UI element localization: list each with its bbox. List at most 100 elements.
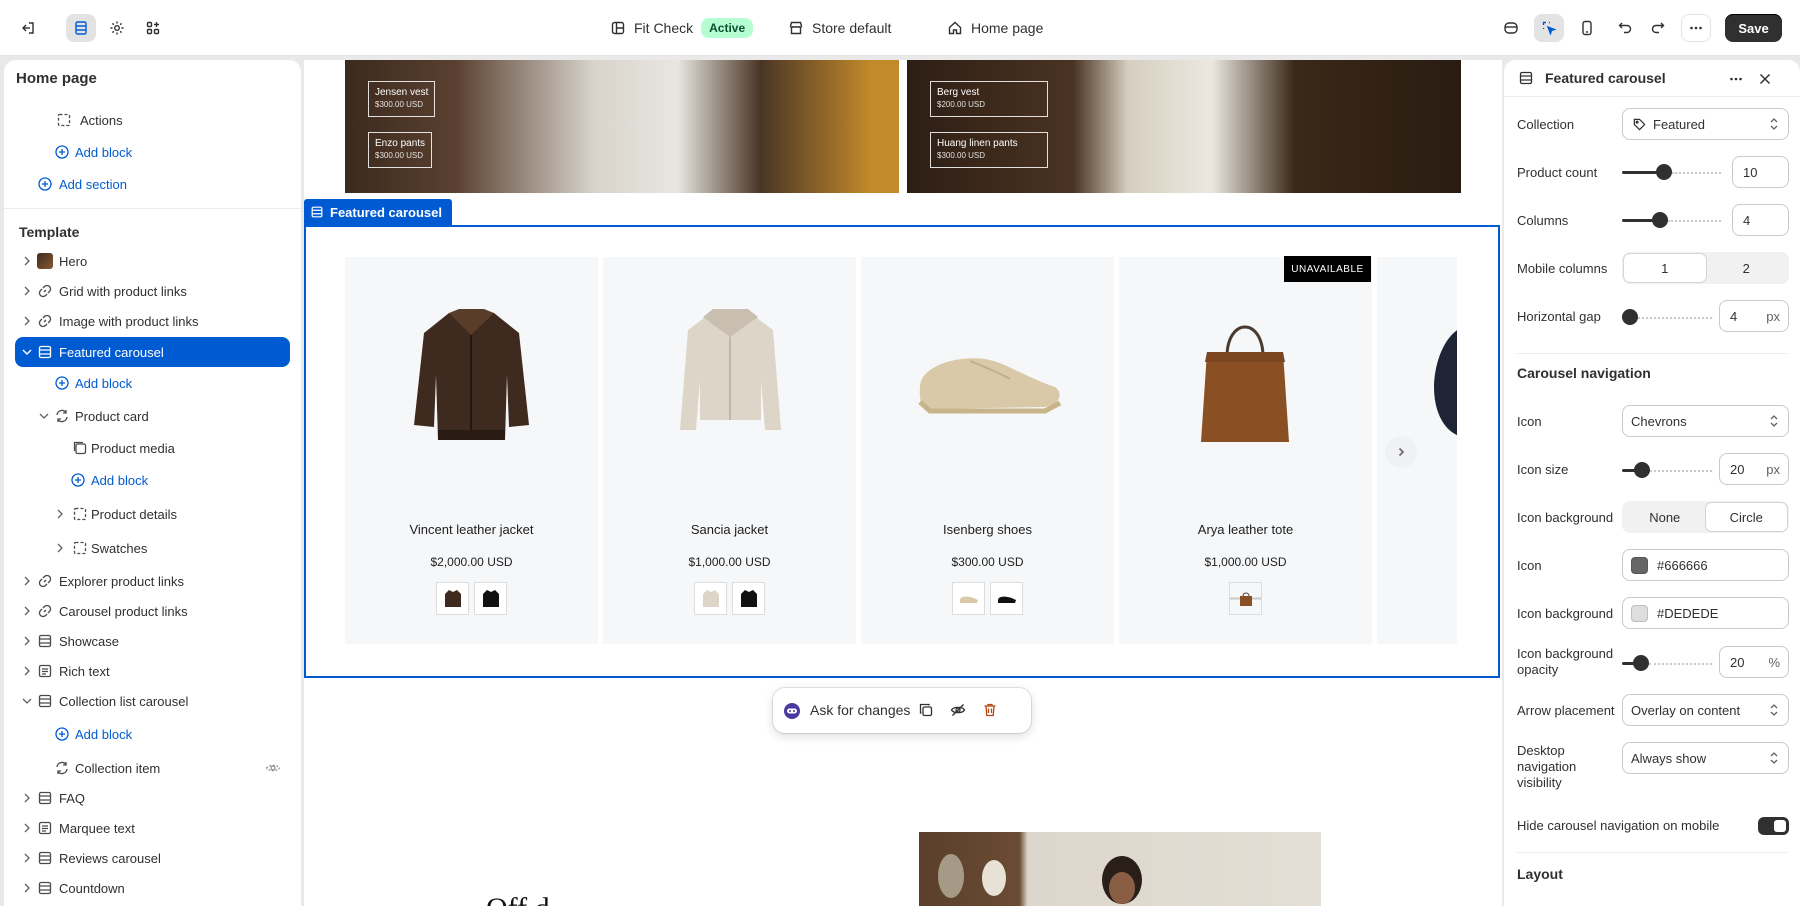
product-tag[interactable]: Berg vest $200.00 USD <box>930 81 1048 117</box>
tree-item-explorer[interactable]: Explorer product links <box>4 568 301 594</box>
gear-icon[interactable] <box>102 14 132 42</box>
hidden-visibility-icon[interactable] <box>265 760 281 776</box>
tree-item-image-links[interactable]: Image with product links <box>4 308 301 334</box>
featured-carousel-section[interactable]: Vincent leather jacket $2,000.00 USD San… <box>304 225 1500 678</box>
tree-item-grid[interactable]: Grid with product links <box>4 278 301 304</box>
product-image <box>1434 330 1457 436</box>
tree-item-product-media[interactable]: Product media <box>4 435 301 461</box>
hide-mobile-label: Hide carousel navigation on mobile <box>1517 818 1720 833</box>
tree-item-faq[interactable]: FAQ <box>4 785 301 811</box>
product-name[interactable]: Vincent leather jacket <box>345 522 598 537</box>
tree-item-featured-carousel[interactable]: Featured carousel <box>4 339 301 365</box>
redo-icon[interactable] <box>1643 14 1673 42</box>
swatch[interactable] <box>952 582 985 615</box>
add-block-link[interactable]: Add block <box>4 370 301 396</box>
color-swatch[interactable] <box>1631 605 1648 622</box>
icon-size-input[interactable]: 20 px <box>1719 453 1789 485</box>
product-name[interactable]: Sancia jacket <box>603 522 856 537</box>
mobile-columns-option-1[interactable]: 1 <box>1624 254 1706 282</box>
swatch[interactable] <box>990 582 1023 615</box>
collection-select[interactable]: Featured <box>1622 108 1789 140</box>
horizontal-gap-slider[interactable] <box>1622 309 1712 325</box>
icon-background-none[interactable]: None <box>1624 503 1706 531</box>
add-block-link[interactable]: Add block <box>4 721 301 747</box>
icon-background-circle[interactable]: Circle <box>1705 503 1787 531</box>
save-button[interactable]: Save <box>1725 14 1782 42</box>
product-card[interactable]: Arya leather tote $1,000.00 USD <box>1119 257 1372 644</box>
undo-icon[interactable] <box>1610 14 1640 42</box>
columns-input[interactable]: 4 <box>1732 204 1789 236</box>
tree-item-swatches[interactable]: Swatches <box>4 535 301 561</box>
apps-icon[interactable] <box>138 14 168 42</box>
inspector-icon[interactable] <box>1534 14 1564 42</box>
chevron-right-icon <box>24 316 30 326</box>
tree-item-showcase[interactable]: Showcase <box>4 628 301 654</box>
mobile-preview-icon[interactable] <box>1572 14 1602 42</box>
tree-item-countdown[interactable]: Countdown <box>4 875 301 901</box>
status-badge: Active <box>701 18 754 38</box>
product-count-input[interactable]: 10 <box>1732 156 1789 188</box>
tree-item-collection-list[interactable]: Collection list carousel <box>4 688 301 714</box>
product-tag[interactable]: Enzo pants $300.00 USD <box>368 132 433 168</box>
duplicate-icon[interactable] <box>918 702 934 718</box>
tree-item-carousel-links[interactable]: Carousel product links <box>4 598 301 624</box>
horizontal-gap-input[interactable]: 4 px <box>1719 300 1789 332</box>
tree-item-rich-text[interactable]: Rich text <box>4 658 301 684</box>
icon-bg-opacity-input[interactable]: 20 % <box>1719 646 1789 678</box>
arrow-placement-select[interactable]: Overlay on content <box>1622 694 1789 726</box>
product-name[interactable]: Arya leather tote <box>1119 522 1372 537</box>
icon-bg-opacity-slider[interactable] <box>1622 655 1712 671</box>
mobile-columns-option-2[interactable]: 2 <box>1706 254 1788 282</box>
theme-selector[interactable]: Fit Check Active <box>610 0 754 56</box>
add-section-link[interactable]: Add section <box>4 171 301 197</box>
swatch[interactable] <box>474 582 507 615</box>
section-label-tab[interactable]: Featured carousel <box>304 199 452 225</box>
color-swatch[interactable] <box>1631 557 1648 574</box>
desktop-nav-select[interactable]: Always show <box>1622 742 1789 774</box>
store-selector[interactable]: Store default <box>788 0 891 56</box>
tree-item-reviews[interactable]: Reviews carousel <box>4 845 301 871</box>
product-card[interactable]: Vincent leather jacket $2,000.00 USD <box>345 257 598 644</box>
product-tag[interactable]: Huang linen pants $300.00 USD <box>930 132 1048 168</box>
sections-icon[interactable] <box>66 14 96 42</box>
ask-for-changes-button[interactable]: Ask for changes <box>810 702 910 718</box>
more-actions-icon[interactable] <box>1681 14 1711 42</box>
tree-item-collection-item[interactable]: Collection item <box>4 755 301 781</box>
hide-mobile-toggle[interactable] <box>1758 817 1789 835</box>
product-count-slider[interactable] <box>1622 164 1721 180</box>
icon-select[interactable]: Chevrons <box>1622 405 1789 437</box>
carousel-next-button[interactable] <box>1385 436 1417 468</box>
product-card[interactable]: Isenberg shoes $300.00 USD <box>861 257 1114 644</box>
icon-color-picker[interactable]: #666666 <box>1622 549 1789 581</box>
plus-circle-icon <box>55 145 69 159</box>
swatch[interactable] <box>694 582 727 615</box>
mobile-columns-toggle: 1 2 <box>1622 252 1789 284</box>
preview-canvas[interactable]: Jensen vest $300.00 USD Enzo pants $300.00… <box>304 60 1502 906</box>
swatch[interactable] <box>436 582 469 615</box>
page-selector[interactable]: Home page <box>947 0 1043 56</box>
more-actions-icon[interactable] <box>1728 71 1744 87</box>
plus-circle-icon <box>55 376 69 390</box>
close-icon[interactable] <box>1757 71 1773 87</box>
product-name[interactable]: Isenberg shoes <box>861 522 1114 537</box>
icon-color-label: Icon <box>1517 558 1542 573</box>
add-block-link[interactable]: Add block <box>4 139 301 165</box>
carousel-icon <box>38 851 52 865</box>
icon-bg-color-picker[interactable]: #DEDEDE <box>1622 597 1789 629</box>
tree-item-product-card[interactable]: Product card <box>4 403 301 429</box>
icon-size-slider[interactable] <box>1622 462 1712 478</box>
tree-item-actions[interactable]: Actions <box>4 107 301 133</box>
hide-icon[interactable] <box>950 702 966 718</box>
product-tag[interactable]: Jensen vest $300.00 USD <box>368 81 436 117</box>
product-card[interactable]: Sancia jacket $1,000.00 USD <box>603 257 856 644</box>
delete-icon[interactable] <box>982 702 998 718</box>
exit-icon[interactable] <box>13 14 43 42</box>
tree-item-hero[interactable]: Hero <box>4 248 301 274</box>
swatch[interactable] <box>1229 582 1262 615</box>
columns-slider[interactable] <box>1622 212 1721 228</box>
tree-item-product-details[interactable]: Product details <box>4 501 301 527</box>
ai-assistant-icon[interactable] <box>1496 14 1526 42</box>
swatch[interactable] <box>732 582 765 615</box>
add-block-link[interactable]: Add block <box>4 467 301 493</box>
tree-item-marquee[interactable]: Marquee text <box>4 815 301 841</box>
